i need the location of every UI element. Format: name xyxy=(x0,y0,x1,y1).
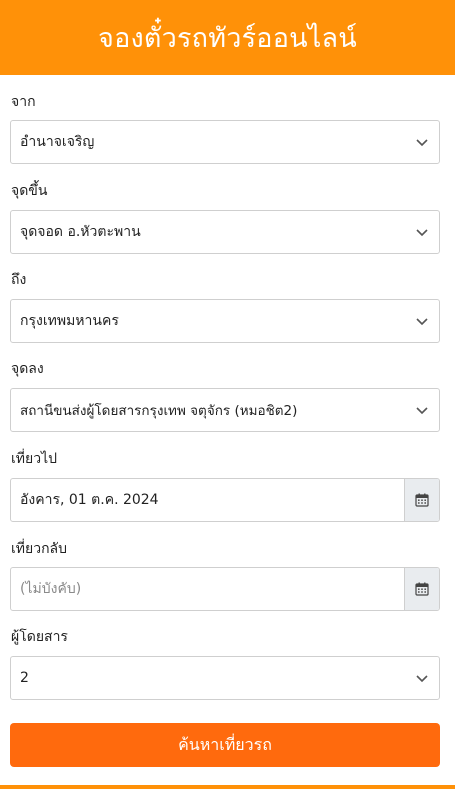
depart-calendar-button[interactable] xyxy=(404,479,439,521)
chevron-down-icon xyxy=(416,675,428,683)
chevron-down-icon xyxy=(416,139,428,147)
origin-label: จาก xyxy=(11,94,36,110)
depart-date-value: อังคาร, 01 ต.ค. 2024 xyxy=(20,492,159,508)
chevron-down-icon xyxy=(416,318,428,326)
page-header: จองตั๋วรถทัวร์ออนไลน์ xyxy=(0,0,455,75)
search-trips-button[interactable]: ค้นหาเที่ยวรถ xyxy=(10,723,440,767)
return-label: เที่ยวกลับ xyxy=(11,541,68,557)
dropoff-label: จุดลง xyxy=(11,361,44,377)
chevron-down-icon xyxy=(416,407,428,415)
origin-select[interactable]: อำนาจเจริญ xyxy=(10,120,440,164)
passengers-label: ผู้โดยสาร xyxy=(11,629,68,645)
pickup-select[interactable]: จุดจอด อ.หัวตะพาน xyxy=(10,210,440,254)
destination-value: กรุงเทพมหานคร xyxy=(20,313,119,329)
dropoff-value: สถานีขนส่งผู้โดยสารกรุงเทพ จตุจักร (หมอช… xyxy=(20,403,298,419)
destination-label: ถึง xyxy=(11,272,27,288)
destination-select[interactable]: กรุงเทพมหานคร xyxy=(10,299,440,343)
origin-value: อำนาจเจริญ xyxy=(20,134,95,150)
return-date-input[interactable]: (ไม่บังคับ) xyxy=(10,567,440,611)
return-date-placeholder: (ไม่บังคับ) xyxy=(20,581,82,597)
chevron-down-icon xyxy=(416,229,428,237)
pickup-label: จุดขึ้น xyxy=(11,183,48,199)
pickup-value: จุดจอด อ.หัวตะพาน xyxy=(20,224,141,240)
calendar-icon xyxy=(415,582,429,596)
depart-label: เที่ยวไป xyxy=(11,451,58,467)
passengers-value: 2 xyxy=(20,670,29,686)
page-title: จองตั๋วรถทัวร์ออนไลน์ xyxy=(98,23,357,54)
passengers-select[interactable]: 2 xyxy=(10,656,440,700)
dropoff-select[interactable]: สถานีขนส่งผู้โดยสารกรุงเทพ จตุจักร (หมอช… xyxy=(10,388,440,432)
calendar-icon xyxy=(415,493,429,507)
return-calendar-button[interactable] xyxy=(404,568,439,610)
depart-date-input[interactable]: อังคาร, 01 ต.ค. 2024 xyxy=(10,478,440,522)
footer-accent-bar xyxy=(0,785,455,789)
